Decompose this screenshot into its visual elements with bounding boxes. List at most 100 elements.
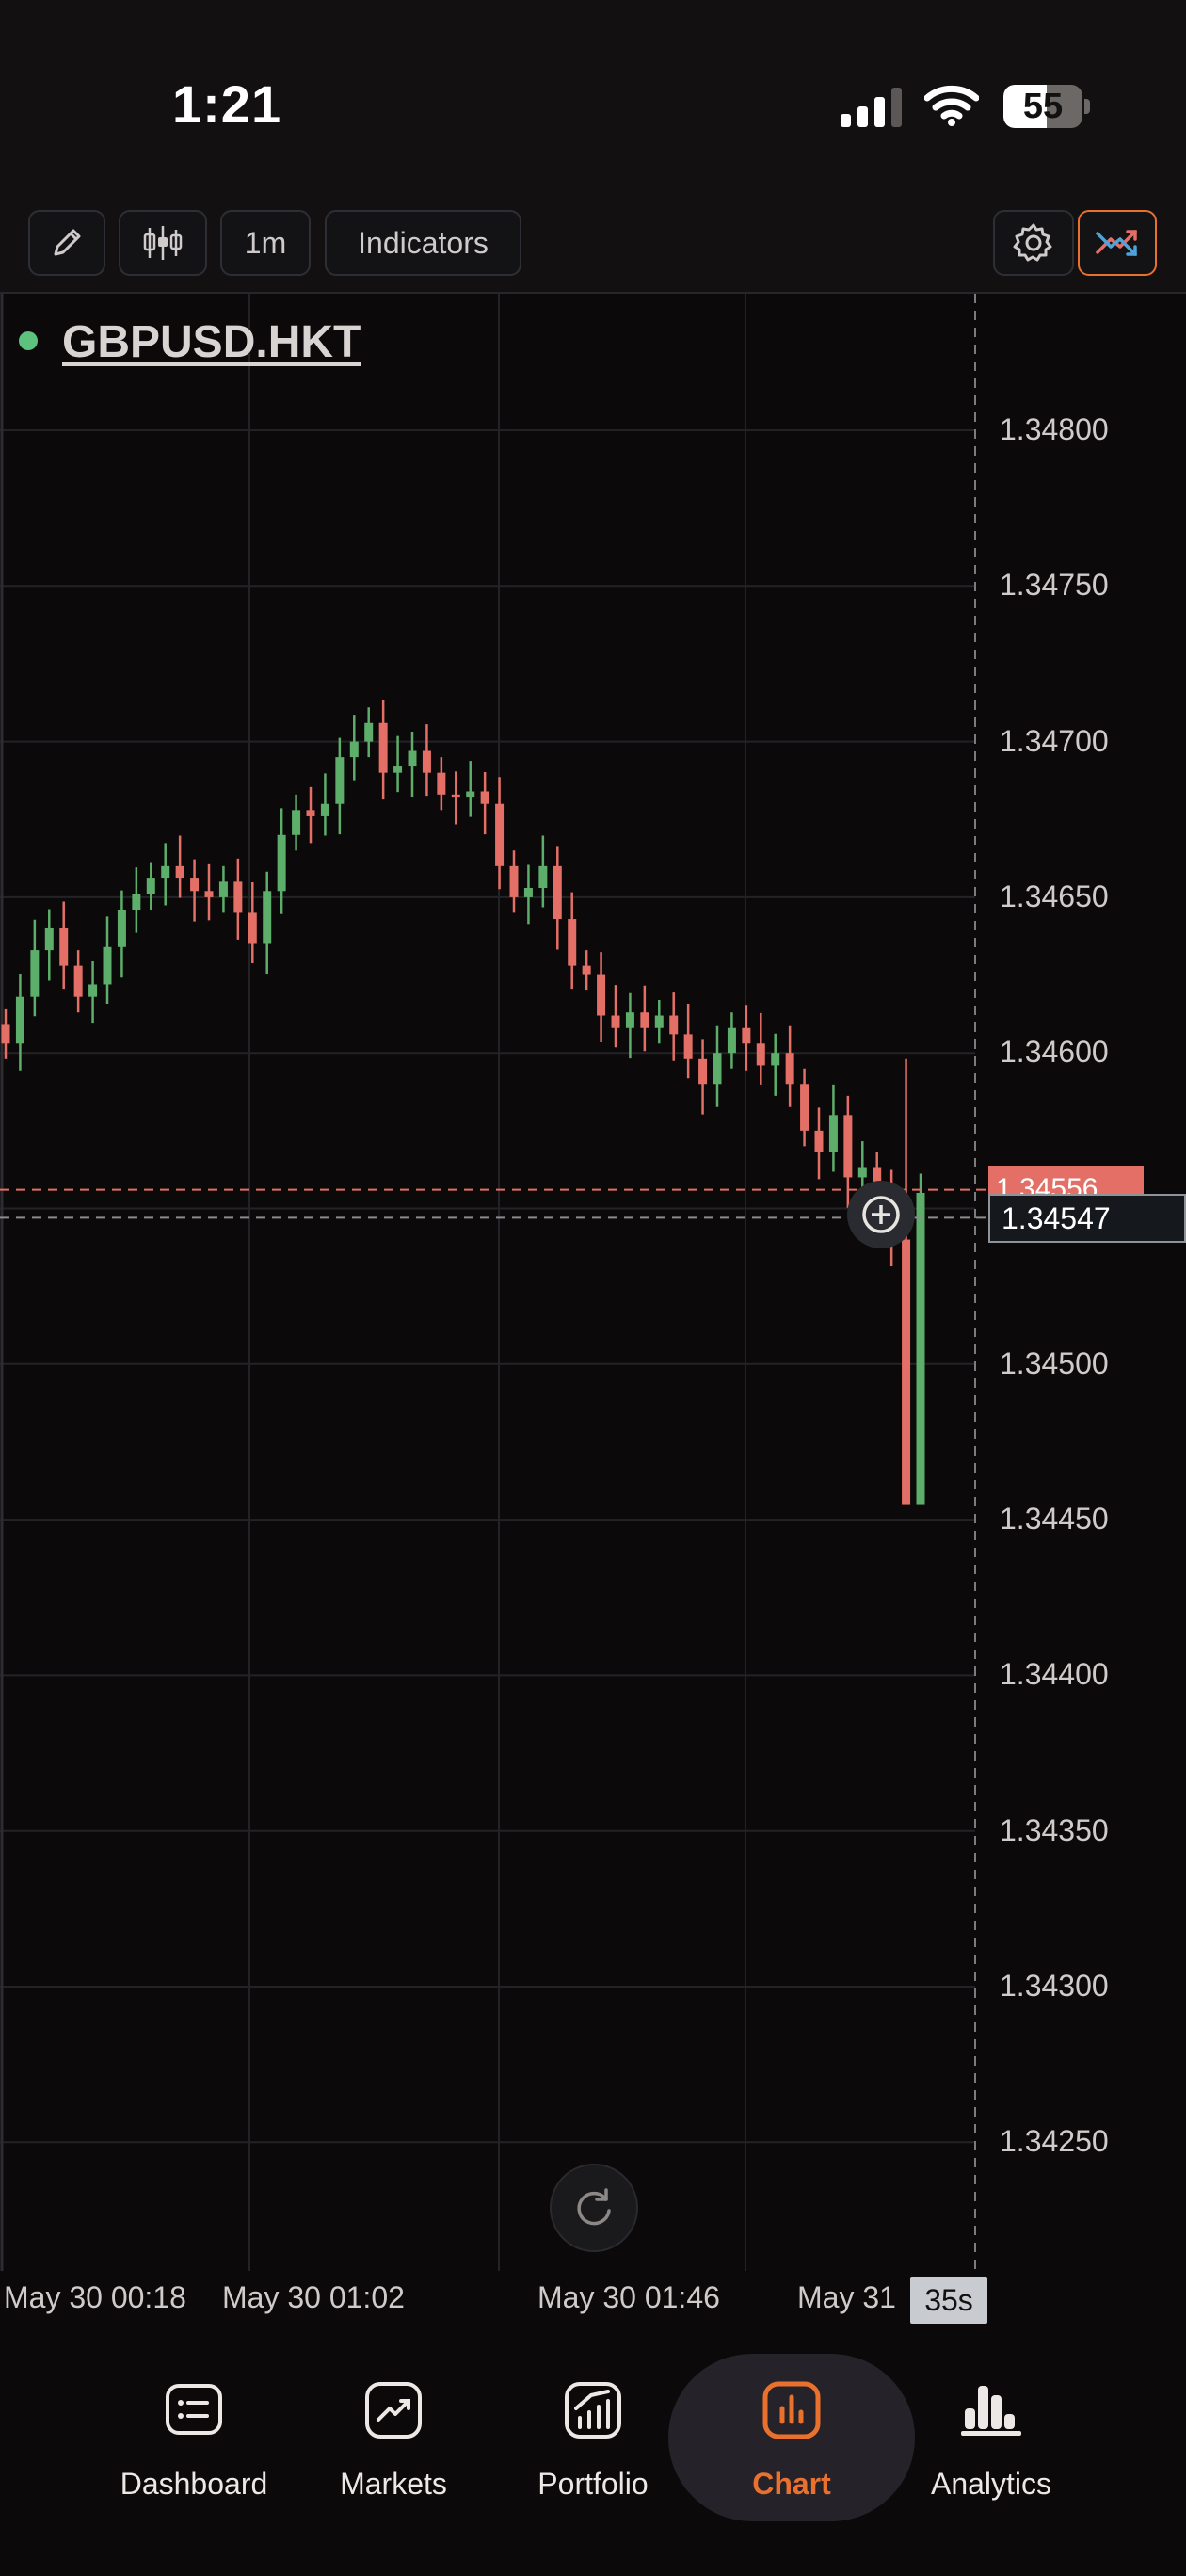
candle-body [654,1015,664,1028]
candle-body [263,891,272,944]
candle-body [611,1015,620,1028]
candle-countdown: 35s [910,2277,987,2324]
candle-body [902,1239,911,1505]
y-tick-label: 1.34500 [1000,1345,1109,1380]
battery-icon: 55 [1003,85,1090,128]
pencil-icon [54,229,81,256]
y-tick-label: 1.34250 [1000,2124,1109,2159]
cellular-signal-icon [841,88,902,127]
candle-body [378,722,388,773]
y-tick-label: 1.34700 [1000,723,1109,758]
candle-body [422,750,431,773]
candle-body [814,1130,824,1152]
candle-body [349,741,359,758]
candle-body [161,865,170,879]
chart-bars-icon [762,2381,821,2439]
candle-body [30,950,40,997]
candle-body [916,1192,925,1505]
y-tick-label: 1.34450 [1000,1502,1109,1537]
candle-body [292,810,301,835]
candle-body [597,974,606,1016]
candle-body [800,1084,809,1131]
nav-item-dashboard[interactable]: Dashboard [100,2376,288,2518]
add-order-button[interactable] [847,1181,915,1248]
last-price-tag: 1.34556 [988,1166,1144,1194]
chart-type-button[interactable] [119,210,207,276]
live-status-dot [19,331,38,350]
candle-body [480,791,489,804]
plus-circle-icon [862,1196,900,1233]
gear-icon [1013,223,1052,262]
candle-body [320,803,329,816]
nav-label: Analytics [930,2467,1052,2501]
interval-button[interactable]: 1m [220,210,311,276]
candlestick-icon [143,226,183,260]
wifi-icon [924,85,979,126]
candle-body [756,1043,765,1066]
candle-body [640,1012,649,1028]
candle-body [146,878,155,894]
candle-body [683,1034,693,1059]
candle-body [727,1027,736,1054]
indicators-button[interactable]: Indicators [325,210,521,276]
candle-body [698,1058,708,1085]
y-tick-label: 1.34350 [1000,1812,1109,1847]
candle-body [59,927,69,966]
chart-toolbar: 1m Indicators [0,193,1186,294]
nav-item-chart[interactable]: Chart [697,2376,886,2518]
candle-body [523,887,533,897]
nav-item-markets[interactable]: Markets [299,2376,488,2518]
candle-body [669,1015,679,1035]
status-time: 1:21 [172,74,282,134]
candle-body [233,881,243,913]
candle-body [88,984,98,997]
markets-icon [365,2382,422,2439]
candle-body [771,1053,780,1066]
refresh-icon [577,2188,611,2226]
y-tick-label: 1.34300 [1000,1969,1109,2003]
candle-body [218,881,228,897]
price-chart[interactable]: GBPUSD.HKT 1.34800 1.34750 1.34700 1.34650 1… [0,294,1186,2282]
status-bar: 1:21 55 [0,0,1186,193]
dashboard-icon [166,2384,222,2435]
candle-body [306,810,315,816]
candle-body [843,1115,853,1178]
candle-body [277,834,286,892]
draw-tool-button[interactable] [28,210,105,276]
candle-body [117,910,126,947]
crosshair-price-tag: 1.34547 [988,1194,1186,1243]
y-tick-label: 1.34800 [1000,412,1109,446]
candle-body [73,965,83,997]
y-tick-label: 1.34600 [1000,1035,1109,1070]
nav-label: Portfolio [537,2467,649,2501]
nav-label: Dashboard [120,2467,268,2501]
candle-body [713,1053,722,1085]
x-tick-label: May 30 01:02 [222,2280,405,2314]
nav-item-analytics[interactable]: Analytics [897,2376,1085,2518]
trend-arrows-icon [1096,230,1137,256]
portfolio-icon [565,2382,621,2439]
candle-body [132,894,141,910]
candle-body [625,1012,634,1028]
nav-label: Markets [340,2467,447,2501]
candle-body [190,878,200,892]
candle-body [451,794,460,798]
candle-body [335,757,345,804]
candle-body [582,965,591,975]
settings-button[interactable] [993,210,1074,276]
candle-body [1,1024,10,1044]
candle-body [15,996,24,1044]
candle-body [44,927,54,951]
candle-body [495,803,505,866]
trade-mode-button[interactable] [1078,210,1157,276]
y-tick-label: 1.34750 [1000,568,1109,603]
reset-chart-button[interactable] [550,2164,638,2252]
symbol-title[interactable]: GBPUSD.HKT [62,316,361,368]
bottom-navigation: Dashboard Markets Portfolio Chart Analyt… [0,2335,1186,2576]
candle-body [857,1167,867,1178]
nav-item-portfolio[interactable]: Portfolio [499,2376,687,2518]
y-tick-label: 1.34400 [1000,1657,1109,1692]
candle-body [408,750,417,767]
candle-body [742,1027,751,1044]
candle-body [103,946,112,985]
